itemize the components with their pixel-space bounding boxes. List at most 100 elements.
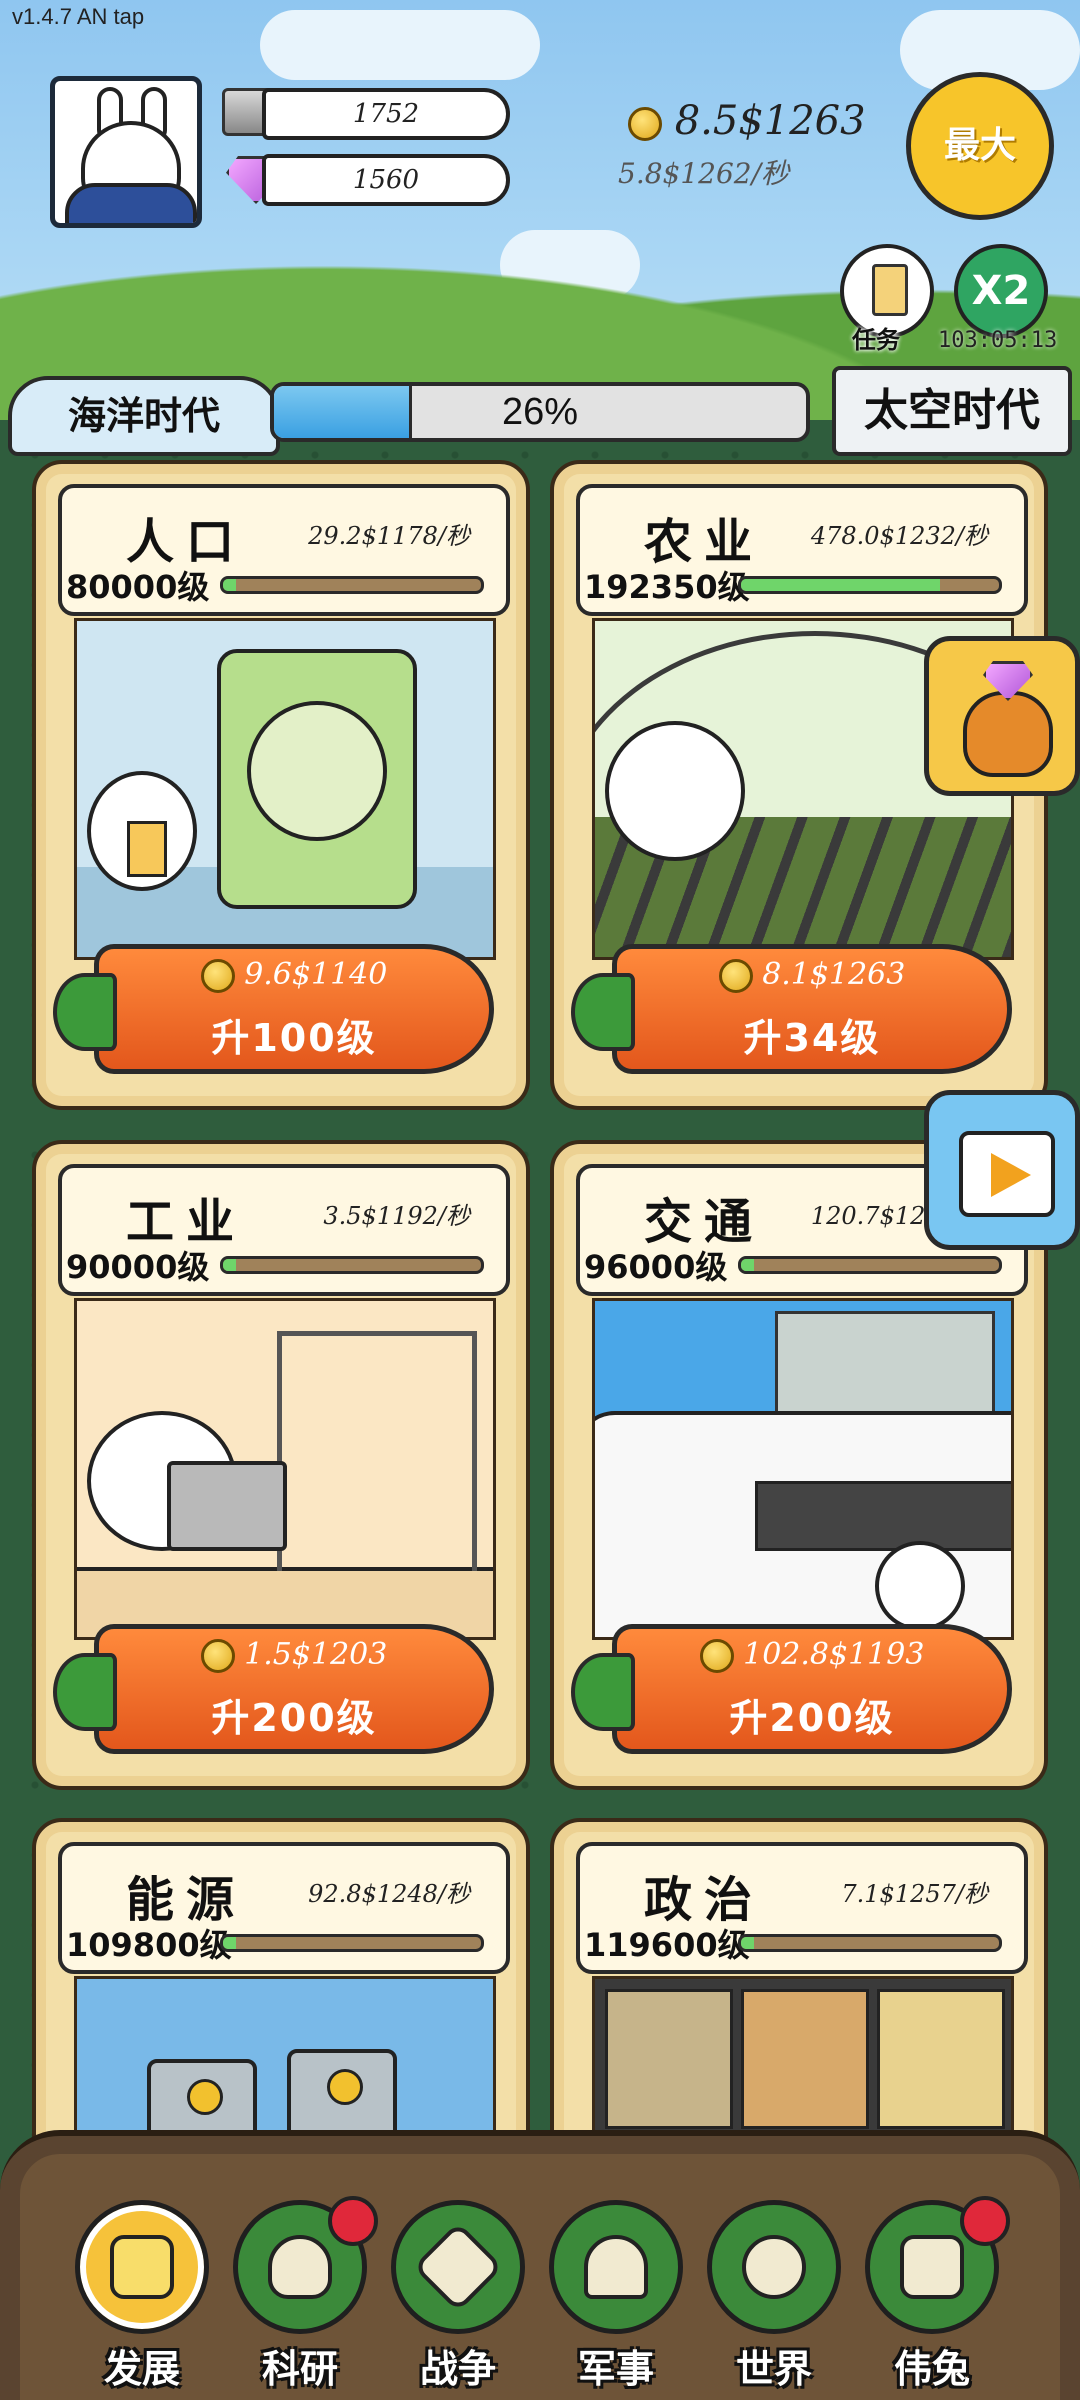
upgrade-cost-value: 1.5$1203 [244,1637,388,1672]
crossed-swords-icon [412,2221,504,2313]
card-level: 192350级 [584,568,750,606]
industry-card-industry: 工业 3.5$1192/秒 90000级 1.5$1203 升200级 [32,1140,530,1790]
nav-develop[interactable]: 发展 [72,2200,212,2391]
portrait-panel [605,1989,733,2129]
gem-count: 1560 [262,154,510,206]
radiation-icon [327,2069,363,2105]
avatar-uniform [65,183,197,223]
growth-arrow-icon [110,2235,174,2299]
nav-label: 发展 [103,2347,180,2391]
level-progress-fill [741,1259,754,1271]
silver-count: 1752 [262,88,510,140]
level-progress-bar [738,1934,1002,1952]
level-progress-bar [738,1256,1002,1274]
x2-boost-button[interactable]: X2 [954,244,1048,338]
upgrade-label: 升34级 [743,1016,881,1060]
notification-badge [328,2196,378,2246]
level-progress-bar [738,576,1002,594]
gold-coin-icon [628,107,662,141]
gold-display: 8.5$1263 [628,98,866,144]
train-window [755,1481,1011,1551]
level-progress-bar [220,576,484,594]
upgrade-label: 升200级 [211,1696,377,1740]
treasure-pot-icon [963,691,1053,777]
nav-label: 世界 [735,2347,812,2391]
card-header: 人口 29.2$1178/秒 80000级 [58,484,510,616]
muscle-bunny [247,701,387,841]
player-avatar[interactable] [50,76,202,228]
upgrade-carrot-button[interactable]: 9.6$1140 升100级 [53,944,494,1074]
farmer-bunny [605,721,745,861]
current-era-label: 海洋时代 [8,376,280,456]
card-header: 农业 478.0$1232/秒 192350级 [576,484,1028,616]
nav-label: 战争 [419,2347,496,2391]
card-level: 80000级 [66,568,210,606]
portrait-panel [741,1989,869,2129]
upgrade-cost: 102.8$1193 [617,1637,1007,1673]
card-level: 109800级 [66,1926,232,1964]
upgrade-carrot-button[interactable]: 1.5$1203 升200级 [53,1624,494,1754]
task-label: 任务 [852,326,900,354]
nav-world[interactable]: 世界 [704,2200,844,2391]
globe-icon [742,2235,806,2299]
upgrade-cost: 1.5$1203 [99,1637,489,1673]
card-level: 90000级 [66,1248,210,1286]
version-label: v1.4.7 AN tap [12,4,145,29]
max-button[interactable]: 最大 [906,72,1054,220]
transport-scene-image [592,1298,1014,1640]
upgrade-cost-value: 102.8$1193 [743,1637,925,1672]
upgrade-cost: 8.1$1263 [617,957,1007,993]
passenger-bunny [875,1541,965,1631]
portrait-panel [877,1989,1005,2129]
radiation-icon [187,2079,223,2115]
boost-timer: 103:05:13 [938,328,1058,353]
notification-badge [960,2196,1010,2246]
develop-icon [75,2200,209,2334]
upgrade-cost-value: 9.6$1140 [244,957,388,992]
level-progress-fill [741,579,940,591]
military-icon [549,2200,683,2334]
card-level: 119600级 [584,1926,750,1964]
gold-coin-icon [718,959,753,993]
upgrade-cost: 9.6$1140 [99,957,489,993]
upgrade-carrot-button[interactable]: 8.1$1263 升34级 [571,944,1012,1074]
laptop-icon [167,1461,287,1551]
card-rate: 29.2$1178/秒 [308,522,470,550]
machine-press [277,1331,477,1571]
upgrade-label: 升200级 [729,1696,895,1740]
era-progress-percent: 26% [501,391,579,433]
industry-card-population: 人口 29.2$1178/秒 80000级 9.6$1140 升100级 [32,460,530,1110]
upgrade-carrot-button[interactable]: 102.8$1193 升200级 [571,1624,1012,1754]
nav-war[interactable]: 战争 [388,2200,528,2391]
gold-coin-icon [200,959,235,993]
card-rate: 3.5$1192/秒 [323,1202,470,1230]
war-icon [391,2200,525,2334]
flask-icon [268,2235,332,2299]
level-progress-fill [223,579,236,591]
level-progress-bar [220,1256,484,1274]
card-rate: 7.1$1257/秒 [841,1880,988,1908]
helmet-icon [584,2235,648,2299]
level-progress-fill [223,1259,236,1271]
clipboard-icon [872,264,908,316]
clipboard [127,821,167,877]
upgrade-cost-value: 8.1$1263 [762,957,906,992]
era-progress-bar: 26% [270,382,810,442]
play-icon [991,1153,1031,1197]
level-progress-fill [741,1937,754,1949]
gem-bag-button[interactable] [924,636,1080,796]
gold-rate: 5.8$1262/秒 [618,157,790,190]
cloud [260,10,540,80]
rabbit-portrait-icon [900,2235,964,2299]
gold-amount: 8.5$1263 [674,98,866,144]
next-era-button[interactable]: 太空时代 [832,366,1072,456]
card-level: 96000级 [584,1248,728,1286]
industry-scene-image [74,1298,496,1640]
population-scene-image [74,618,496,960]
card-rate: 478.0$1232/秒 [810,522,988,550]
watch-video-button[interactable] [924,1090,1080,1250]
nav-label: 科研 [261,2347,338,2391]
nav-military[interactable]: 军事 [546,2200,686,2391]
card-header: 能源 92.8$1248/秒 109800级 [58,1842,510,1974]
level-progress-bar [220,1934,484,1952]
